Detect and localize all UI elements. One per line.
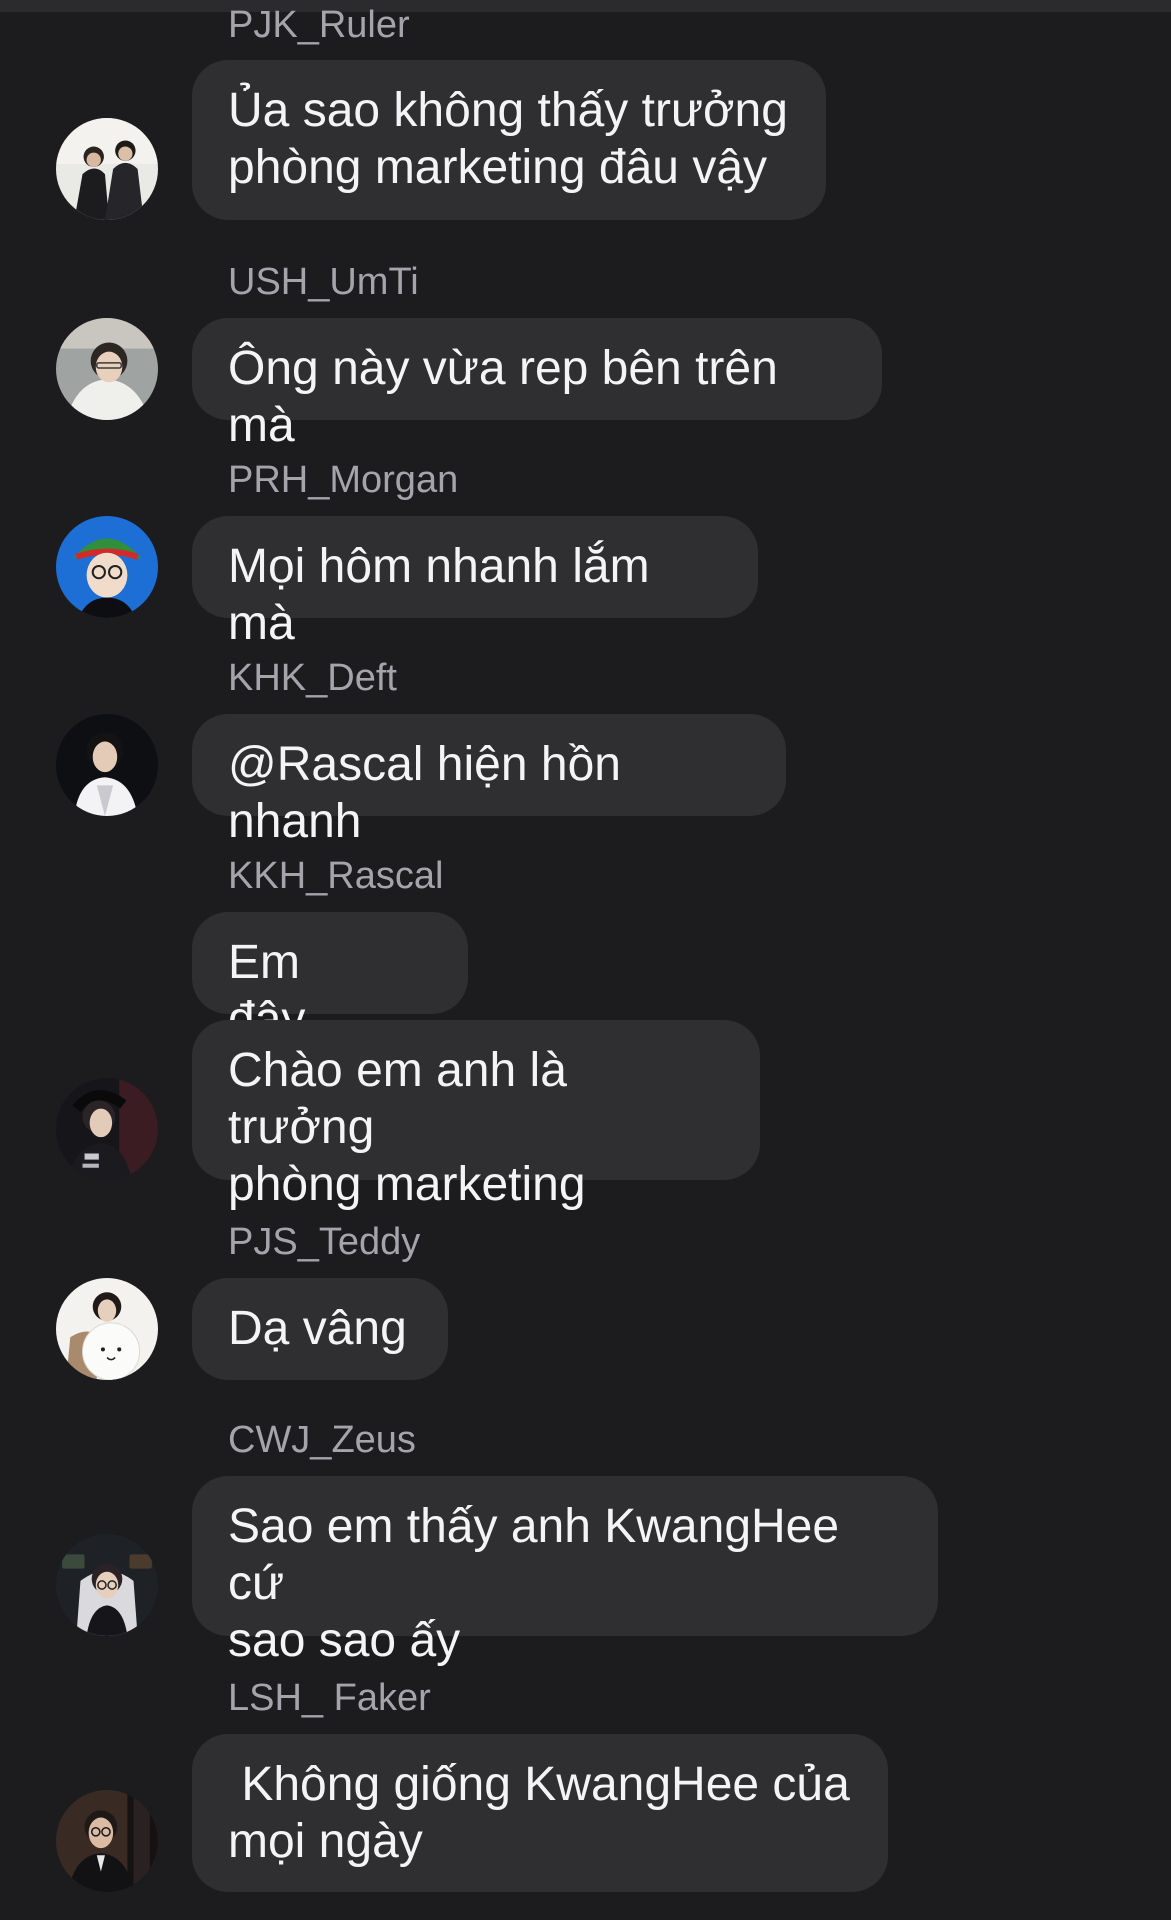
sender-name: USH_UmTi [228,261,419,303]
avatar-photo-umti-icon[interactable] [56,318,158,420]
message-bubble[interactable]: @Rascal hiện hồn nhanh [192,714,786,848]
avatar-photo-rascal-icon[interactable] [56,1078,158,1180]
avatar-photo-morgan-icon[interactable] [56,516,158,618]
message-bubble[interactable]: Ủa sao không thấy trưởng phòng marketing… [192,60,826,220]
sender-name: LSH_ Faker [228,1677,431,1719]
chat-thread[interactable]: PJK_Ruler Ủa sao không thấy trưởng phòng… [0,0,1171,1920]
message-bubble[interactable]: Dạ vâng [192,1278,448,1380]
message-bubble[interactable]: Sao em thấy anh KwangHee cứ sao sao ấy [192,1476,938,1667]
sender-name: CWJ_Zeus [228,1419,416,1461]
message-bubble[interactable]: Mọi hôm nhanh lắm mà [192,516,758,650]
avatar-photo-deft-icon[interactable] [56,714,158,816]
avatar-photo-teddy-icon[interactable] [56,1278,158,1380]
avatar-photo-ruler-icon[interactable] [56,118,158,220]
message-bubble[interactable]: Em đây.... [192,912,468,1046]
sender-name: PRH_Morgan [228,459,459,501]
avatar-photo-faker-icon[interactable] [56,1790,158,1892]
avatar-photo-zeus-icon[interactable] [56,1534,158,1636]
sender-name: KHK_Deft [228,657,397,699]
message-bubble[interactable]: Không giống KwangHee của mọi ngày [192,1734,888,1892]
message-bubble[interactable]: Chào em anh là trưởng phòng marketing [192,1020,760,1211]
sender-name: KKH_Rascal [228,855,444,897]
sender-name: PJK_Ruler [228,4,410,46]
sender-name: PJS_Teddy [228,1221,421,1263]
message-bubble[interactable]: Ông này vừa rep bên trên mà [192,318,882,452]
